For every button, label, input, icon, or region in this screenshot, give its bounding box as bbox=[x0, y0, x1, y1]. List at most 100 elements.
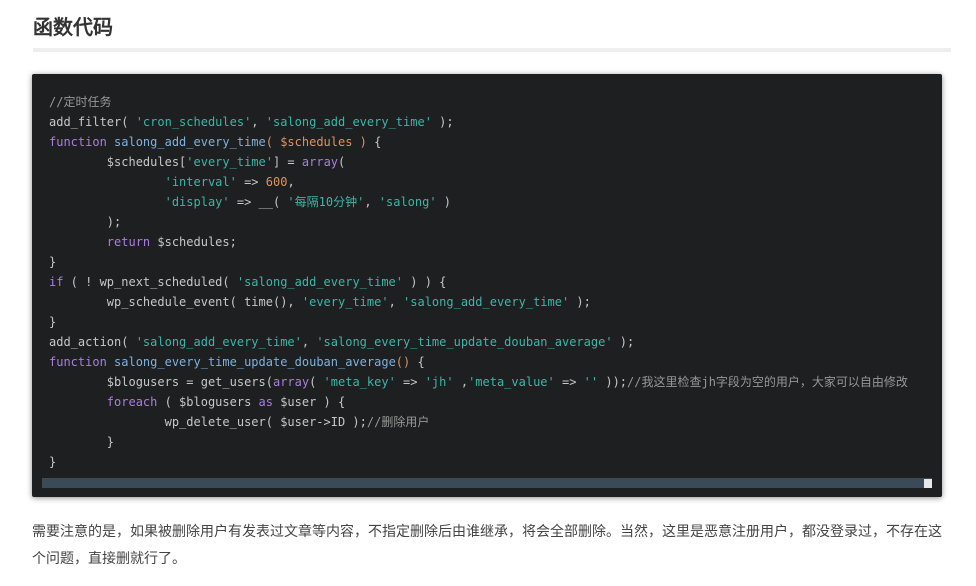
scrollbar-thumb[interactable] bbox=[924, 479, 932, 488]
code-line: wp_delete_user( $user->ID );//删除用户 bbox=[49, 412, 908, 432]
code-token: 'interval' bbox=[164, 175, 237, 189]
code-line: function salong_add_every_time( $schedul… bbox=[49, 132, 908, 152]
code-token: if bbox=[49, 275, 64, 289]
code-token: ); bbox=[612, 335, 635, 349]
code-line: } bbox=[49, 452, 908, 472]
code-token: 'meta_value' bbox=[468, 375, 555, 389]
code-token: 600 bbox=[265, 175, 288, 189]
code-token: //定时任务 bbox=[49, 95, 112, 109]
code-token: salong_add_every_time bbox=[114, 135, 266, 149]
code-token: '每隔10分钟' bbox=[287, 195, 365, 209]
code-token: $schedules bbox=[280, 135, 353, 149]
code-token: $blogusers = get_users( bbox=[49, 375, 273, 389]
code-token: () bbox=[395, 355, 411, 369]
code-token: , bbox=[388, 295, 404, 309]
code-token: 'meta_key' bbox=[323, 375, 396, 389]
code-token: wp_schedule_event( time(), bbox=[49, 295, 302, 309]
code-token: ); bbox=[49, 215, 122, 229]
code-token: $user ) { bbox=[272, 395, 346, 409]
code-token: , bbox=[301, 335, 317, 349]
code-line: } bbox=[49, 312, 908, 332]
code-token: => bbox=[554, 375, 584, 389]
code-token: 'salong_add_every_time' bbox=[236, 275, 404, 289]
code-token: 'every_time' bbox=[186, 155, 273, 169]
horizontal-scrollbar[interactable] bbox=[42, 478, 932, 488]
code-token: return bbox=[106, 235, 151, 249]
code-token: wp_delete_user( $user->ID ); bbox=[49, 415, 367, 429]
code-block: //定时任务 add_filter( 'cron_schedules', 'sal… bbox=[32, 74, 942, 497]
code-line: $blogusers = get_users(array( 'meta_key'… bbox=[49, 372, 908, 392]
code-token: => __( bbox=[229, 195, 288, 209]
code-token: 'salong_add_every_time' bbox=[135, 335, 302, 349]
code-token: } bbox=[49, 315, 57, 329]
code-token: ) ) { bbox=[403, 275, 447, 289]
code-token: 'every_time' bbox=[301, 295, 389, 309]
code-line: 'interval' => 600, bbox=[49, 172, 908, 192]
title-divider bbox=[33, 48, 951, 52]
code-token: ( $blogusers bbox=[157, 395, 259, 409]
code-token: 'jh' bbox=[424, 375, 454, 389]
code-token: //删除用户 bbox=[366, 415, 430, 429]
code-token: salong_every_time_update_douban_average bbox=[114, 355, 396, 369]
code-token: array bbox=[301, 155, 339, 169]
code-token: ( bbox=[309, 375, 324, 389]
code-token: ( bbox=[338, 155, 346, 169]
code-token: $schedules[ bbox=[49, 155, 187, 169]
code-token: '' bbox=[583, 375, 599, 389]
code-token: add_action( bbox=[49, 335, 136, 349]
code-content[interactable]: //定时任务 add_filter( 'cron_schedules', 'sal… bbox=[49, 92, 908, 472]
code-line: add_filter( 'cron_schedules', 'salong_ad… bbox=[49, 112, 908, 132]
code-token: 'salong_add_every_time' bbox=[403, 295, 570, 309]
code-line: add_action( 'salong_add_every_time', 'sa… bbox=[49, 332, 908, 352]
code-token: foreach bbox=[106, 395, 158, 409]
code-token: , bbox=[287, 175, 295, 189]
code-line: } bbox=[49, 252, 908, 272]
code-token: 'salong' bbox=[378, 195, 437, 209]
code-token: function bbox=[49, 135, 107, 149]
code-token: { bbox=[366, 135, 382, 149]
code-line: } bbox=[49, 432, 908, 452]
code-token: ] = bbox=[272, 155, 302, 169]
code-token: ( ! wp_next_scheduled( bbox=[63, 275, 237, 289]
section-title: 函数代码 bbox=[33, 15, 113, 39]
code-line: 'display' => __( '每隔10分钟', 'salong' ) bbox=[49, 192, 908, 212]
code-line: //定时任务 bbox=[49, 92, 908, 112]
code-line: return $schedules; bbox=[49, 232, 908, 252]
code-token: , bbox=[251, 115, 266, 129]
code-token: 'cron_schedules' bbox=[135, 115, 252, 129]
code-token: 'display' bbox=[164, 195, 230, 209]
code-line: if ( ! wp_next_scheduled( 'salong_add_ev… bbox=[49, 272, 908, 292]
code-token: ) bbox=[436, 195, 452, 209]
code-line: ); bbox=[49, 212, 908, 232]
code-line: foreach ( $blogusers as $user ) { bbox=[49, 392, 908, 412]
code-line: function salong_every_time_update_douban… bbox=[49, 352, 908, 372]
code-token: ); bbox=[569, 295, 591, 309]
code-token: add_filter( bbox=[49, 115, 136, 129]
code-token: , bbox=[453, 375, 469, 389]
code-token: { bbox=[410, 355, 425, 369]
code-token: array bbox=[272, 375, 310, 389]
code-token: ( bbox=[265, 135, 281, 149]
code-token: as bbox=[258, 395, 273, 409]
code-token: => bbox=[395, 375, 425, 389]
code-token: //我这里检查jh字段为空的用户，大家可以自由修改 bbox=[627, 375, 908, 389]
code-line: wp_schedule_event( time(), 'every_time',… bbox=[49, 292, 908, 312]
code-token: ) bbox=[352, 135, 367, 149]
code-token: => bbox=[236, 175, 266, 189]
code-token: ); bbox=[431, 115, 454, 129]
code-token: 'salong_every_time_update_douban_average… bbox=[316, 335, 613, 349]
code-token: $schedules; bbox=[150, 235, 237, 249]
code-token: )); bbox=[598, 375, 628, 389]
code-line: $schedules['every_time'] = array( bbox=[49, 152, 908, 172]
code-token: } bbox=[49, 435, 115, 449]
code-token: function bbox=[49, 355, 107, 369]
code-token: , bbox=[364, 195, 379, 209]
code-token: 'salong_add_every_time' bbox=[265, 115, 432, 129]
code-token: } bbox=[49, 255, 57, 269]
